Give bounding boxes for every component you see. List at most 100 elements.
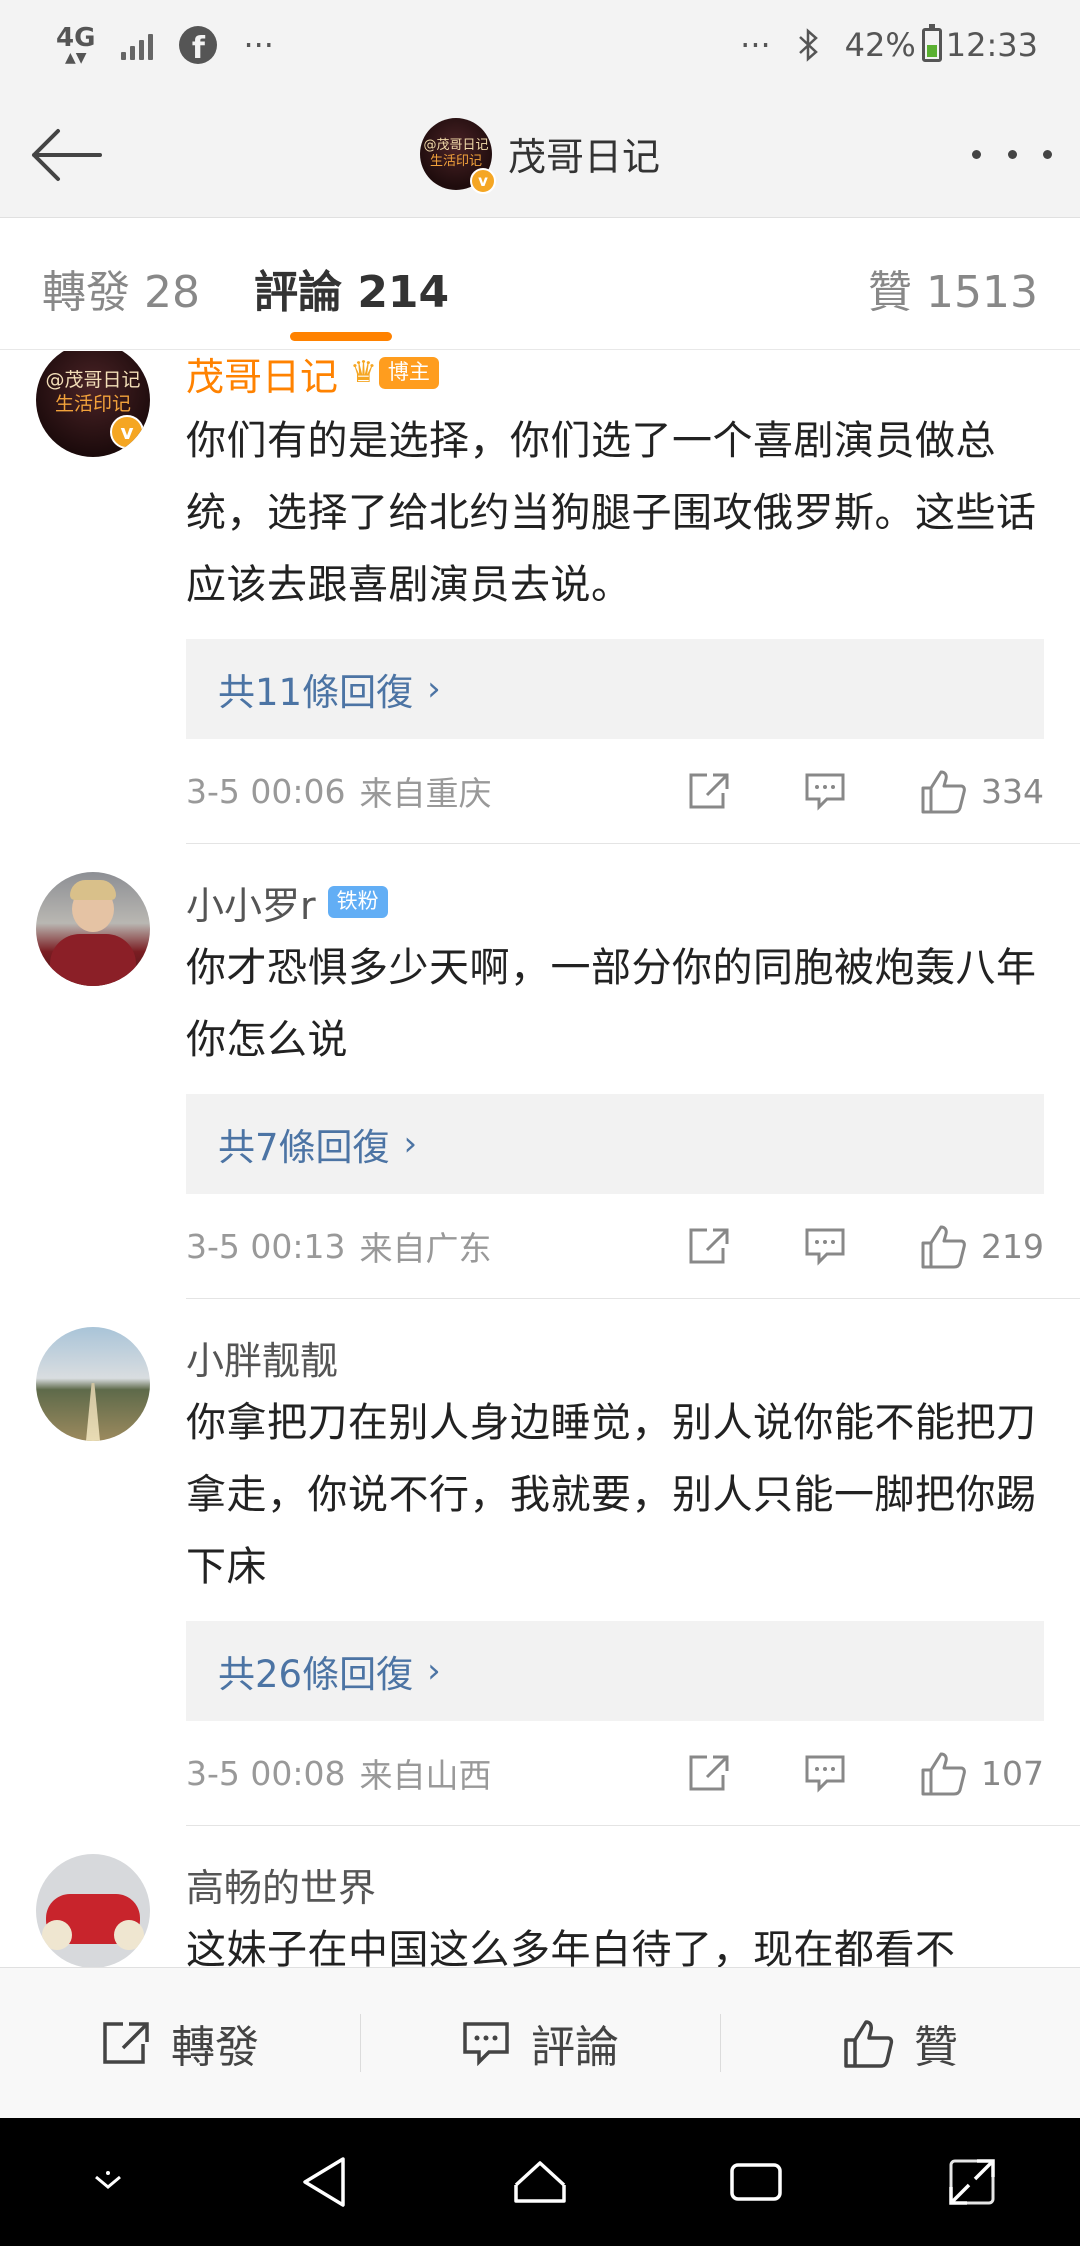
share-button[interactable] [687,1226,731,1266]
like-count: 219 [981,1226,1044,1266]
comment-time: 3-5 00:08 [186,1753,346,1793]
chevron-right-icon: › [427,669,441,709]
back-button[interactable] [28,120,108,190]
comment-meta: 3-5 00:08 来自山西 107 [186,1721,1044,1825]
like-button[interactable]: 219 [919,1223,1044,1269]
like-count: 107 [981,1753,1044,1793]
comment-item: @茂哥日记 生活印记 v 茂哥日记 ♛ 博主 你们有的是选择，你们选了一个喜剧演… [0,351,1080,844]
comment-item: 小胖靓靓 你拿把刀在别人身边睡觉，别人说你能不能把刀拿走，你说不行，我就要，别人… [0,1327,1080,1826]
like-label: 贊 [914,2022,958,2073]
comment-location: 来自山西 [359,1756,492,1795]
comment-author-name[interactable]: 高畅的世界 [186,1857,376,1912]
nav-recents-button[interactable] [711,2137,801,2227]
share-icon [689,1228,729,1264]
like-icon [921,1752,966,1796]
comment-text: 这妹子在中国这么多年白待了，现在都看不 [186,1927,956,1967]
comment-author-name[interactable]: 茂哥日记 [186,351,338,401]
replies-count-label: 共26條回復 [218,1653,414,1696]
author-badge: 博主 [378,357,439,389]
tabs-bar: 轉發 28 評論 214 贊 1513 [0,218,1080,350]
notification-more: ··· [243,26,274,64]
tab-active-indicator [290,332,392,341]
clock: 12:33 [945,26,1038,64]
like-button[interactable]: 334 [919,768,1044,814]
comment-list[interactable]: @茂哥日记 生活印记 v 茂哥日记 ♛ 博主 你们有的是选择，你们选了一个喜剧演… [0,351,1080,1967]
like-icon [921,770,966,814]
back-arrow-icon [32,129,102,181]
more-options-button[interactable] [972,130,1052,178]
comment-author-name[interactable]: 小小罗r [186,875,316,930]
bluetooth-icon [798,28,818,62]
crown-icon: ♛ [350,355,377,390]
nav-home-button[interactable] [495,2137,585,2227]
comment-time: 3-5 00:13 [186,1226,346,1266]
comment-time: 3-5 00:06 [186,771,346,811]
view-replies-button[interactable]: 共26條回復 › [186,1621,1044,1721]
share-icon [689,1755,729,1791]
signal-icon [121,30,154,60]
view-replies-button[interactable]: 共11條回復 › [186,639,1044,739]
more-dots-icon [972,149,981,159]
comment-item: 高畅的世界 这妹子在中国这么多年白待了，现在都看不 [0,1854,1080,1967]
header-user[interactable]: @茂哥日记 生活印记 v 茂哥日记 [419,117,660,194]
fan-badge: 铁粉 [327,886,388,918]
comment-divider [186,1825,1080,1826]
comment-text: 你才恐惧多少天啊，一部分你的同胞被炮轰八年你怎么说 [186,945,1037,1063]
bottom-toolbar: 轉發 評論 贊 [0,1967,1080,2118]
repost-button[interactable]: 轉發 [0,1968,360,2118]
comment-text: 你拿把刀在别人身边睡觉，别人说你能不能把刀拿走，你说不行，我就要，别人只能一脚把… [186,1400,1037,1590]
comment-button[interactable]: 評論 [360,1968,720,2118]
avatar-logo-text: 生活印记 [429,153,482,169]
nav-fullscreen-button[interactable] [927,2137,1017,2227]
comment-location: 来自重庆 [359,774,492,813]
tab-likes[interactable]: 贊 1513 [868,256,1038,320]
share-button[interactable] [687,771,731,811]
avatar[interactable]: @茂哥日记 生活印记 v [36,351,150,457]
verified-v-icon: v [469,167,496,194]
reply-button[interactable] [803,1753,847,1793]
recents-icon [730,2163,782,2201]
status-more: ··· [740,26,771,64]
comment-divider [186,843,1080,844]
hide-keyboard-button[interactable] [63,2137,153,2227]
verified-v-icon: v [110,415,144,449]
share-button[interactable] [687,1753,731,1793]
like-post-button[interactable]: 贊 [720,1968,1080,2118]
header-avatar[interactable]: @茂哥日记 生活印记 v [419,117,496,194]
expand-icon [949,2159,995,2205]
avatar-logo-text: @茂哥日记 [423,137,489,153]
reply-button[interactable] [803,1226,847,1266]
network-4g-icon: 4G ▲▼ [56,23,96,66]
network-label: 4G [56,23,96,53]
reply-button[interactable] [803,771,847,811]
comment-author-name[interactable]: 小胖靓靓 [186,1330,338,1385]
chevron-right-icon: › [403,1124,418,1164]
avatar[interactable] [36,1327,150,1441]
comment-meta: 3-5 00:13 来自广东 219 [186,1194,1044,1298]
repost-label: 轉發 [171,2022,259,2073]
android-nav-bar [0,2118,1080,2246]
tab-reposts[interactable]: 轉發 28 [42,256,200,320]
like-icon [844,2020,894,2068]
avatar-logo-text: 生活印记 [54,392,131,415]
app-header: @茂哥日记 生活印记 v 茂哥日记 [0,90,1080,218]
chevron-down-icon [95,2171,121,2189]
header-title: 茂哥日记 [507,135,660,179]
share-icon [103,2022,149,2064]
avatar[interactable] [36,1854,150,1967]
share-icon [689,773,729,809]
view-replies-button[interactable]: 共7條回復 › [186,1094,1044,1194]
nav-back-button[interactable] [279,2137,369,2227]
like-button[interactable]: 107 [919,1750,1044,1796]
comment-item: 小小罗r 铁粉 你才恐惧多少天啊，一部分你的同胞被炮轰八年你怎么说 共7條回復 … [0,872,1080,1299]
avatar[interactable] [36,872,150,986]
status-bar: 4G ▲▼ f ··· ··· 42% 12:33 [0,0,1080,90]
comment-location: 来自广东 [359,1229,492,1268]
avatar-logo-text: @茂哥日记 [45,369,141,391]
like-icon [921,1225,966,1269]
replies-count-label: 共7條回復 [218,1126,390,1169]
comment-divider [186,1298,1080,1299]
tab-comments[interactable]: 評論 214 [254,256,449,320]
battery-icon [921,24,942,62]
facebook-icon: f [179,26,218,64]
